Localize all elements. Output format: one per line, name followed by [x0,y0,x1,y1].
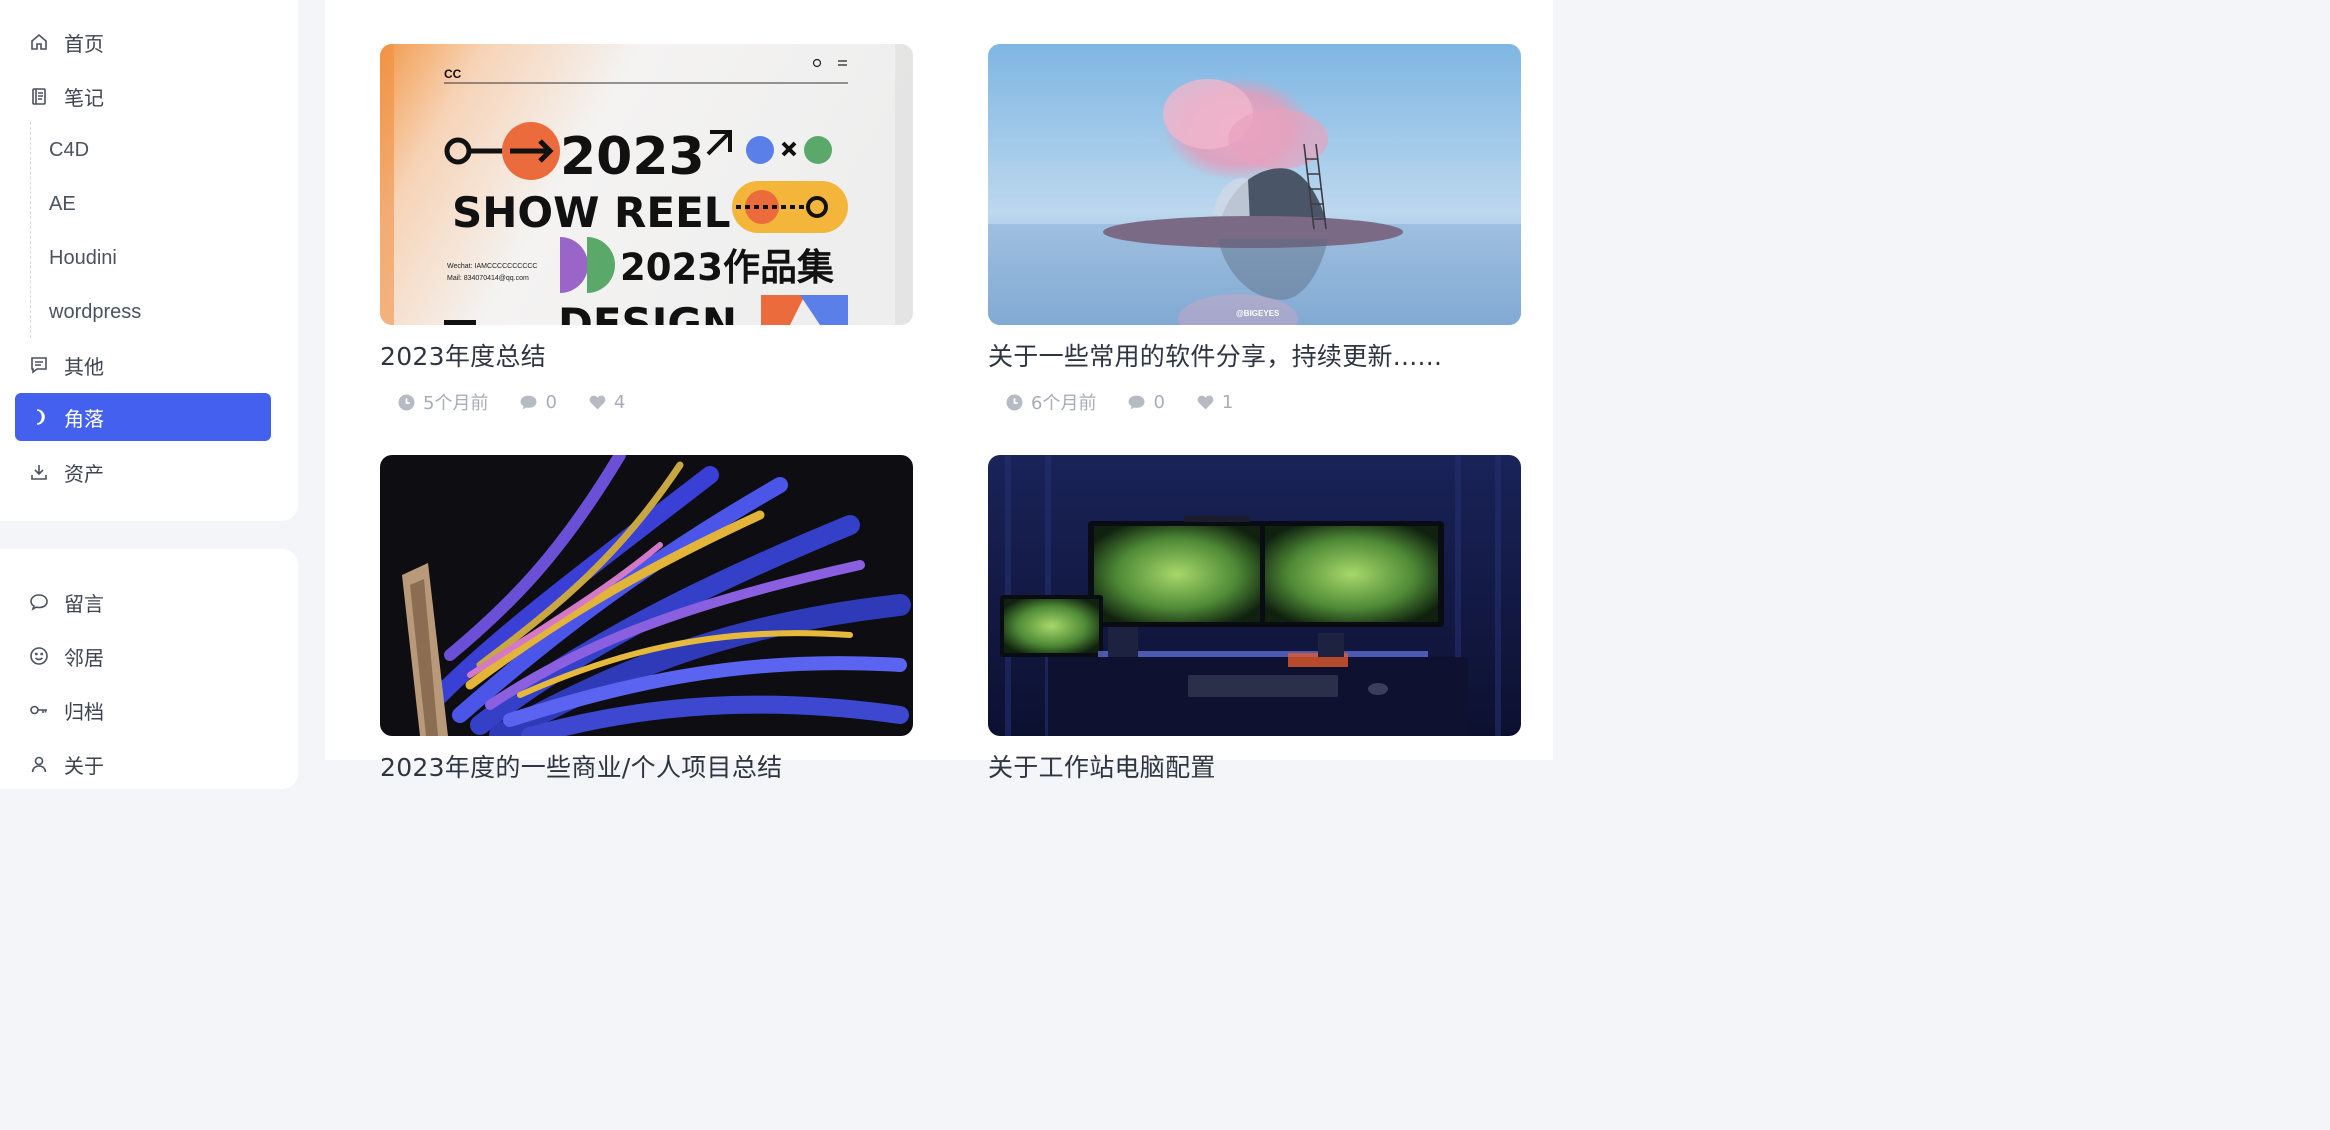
nav-item-assets[interactable]: 资产 [15,448,271,496]
nav-subitem-ae[interactable]: AE [49,184,76,224]
post-time: 6个月前 [1031,393,1097,414]
nav-label: 其他 [64,354,104,379]
nav-item-other[interactable]: 其他 [15,341,271,389]
post-title[interactable]: 2023年度总结 [380,337,913,373]
nav-subitem-c4d[interactable]: C4D [49,130,89,170]
notebook-icon [28,85,50,107]
nav-label: 角落 [64,406,104,431]
nav-subitem-houdini[interactable]: Houdini [49,238,117,278]
comment-count: 0 [545,391,557,413]
like-count: 4 [613,391,626,413]
post-meta: 5个月前 0 4 [398,389,913,415]
submenu-rail [30,122,31,338]
key-icon [28,699,50,721]
post-title[interactable]: 关于一些常用的软件分享，持续更新...... [988,337,1521,373]
nav-item-guestbook[interactable]: 留言 [15,578,271,626]
post-time: 5个月前 [423,393,489,414]
chat-bubble-icon [28,591,50,613]
comment-icon [1128,395,1145,409]
thumb-logo: CC [444,67,462,81]
nav-label: 首页 [64,31,104,56]
download-icon [28,461,50,483]
nav-item-archive[interactable]: 归档 [15,686,271,734]
post-grid: CC 2023 SHOW REEL 2023作品集 Wechat: IAMCCC… [325,0,1553,782]
heart-icon [1197,395,1214,409]
thumb-subtitle: 2023作品集 [620,246,834,289]
post-thumbnail[interactable]: @BIGEYES [988,44,1521,325]
message-icon [28,354,50,376]
thumb-year: 2023 [560,127,705,187]
nav-item-neighbors[interactable]: 邻居 [15,632,271,680]
nav-item-home[interactable]: 首页 [15,18,271,66]
thumb-contact-wechat: Wechat: IAMCCCCCCCCCC [447,263,538,270]
post-title[interactable]: 关于工作站电脑配置 [988,748,1521,784]
moon-icon [28,406,50,428]
post-card[interactable]: 2023年度的一些商业/个人项目总结 [380,455,913,784]
post-meta: 6个月前 0 1 [1006,389,1521,415]
nav-label: 笔记 [64,85,104,110]
nav-label: 留言 [64,591,104,616]
thumb-footer-word: DESIGN [558,299,737,325]
nav-label: 邻居 [64,645,104,670]
nav-label: 归档 [64,699,104,724]
user-icon [28,753,50,775]
comment-icon [520,395,537,409]
post-card[interactable]: CC 2023 SHOW REEL 2023作品集 Wechat: IAMCCC… [380,44,913,415]
nav-label: 关于 [64,753,104,778]
like-count: 1 [1221,391,1234,413]
nav-label: 资产 [64,461,104,486]
thumb-contact-mail: Mail: 834070414@qq.com [447,275,529,282]
nav-item-about[interactable]: 关于 [15,740,271,788]
thumb-headline: SHOW REEL [452,188,731,237]
heart-icon [589,395,606,409]
clock-icon [398,394,415,410]
smile-icon [28,645,50,667]
clock-icon [1006,394,1023,410]
comment-count: 0 [1153,391,1165,413]
post-thumbnail[interactable]: CC 2023 SHOW REEL 2023作品集 Wechat: IAMCCC… [380,44,913,325]
nav-subitem-wordpress[interactable]: wordpress [49,292,141,332]
home-icon [28,31,50,53]
post-title[interactable]: 2023年度的一些商业/个人项目总结 [380,748,913,784]
post-card[interactable]: 关于工作站电脑配置 [988,455,1521,784]
post-thumbnail[interactable] [380,455,913,736]
post-thumbnail[interactable] [988,455,1521,736]
nav-item-corner[interactable]: 角落 [15,393,271,441]
nav-item-notes[interactable]: 笔记 [15,72,271,120]
post-card[interactable]: @BIGEYES 关于一些常用的软件分享，持续更新...... 6个月前 0 1 [988,44,1521,415]
thumb-watermark: @BIGEYES [1236,309,1280,318]
